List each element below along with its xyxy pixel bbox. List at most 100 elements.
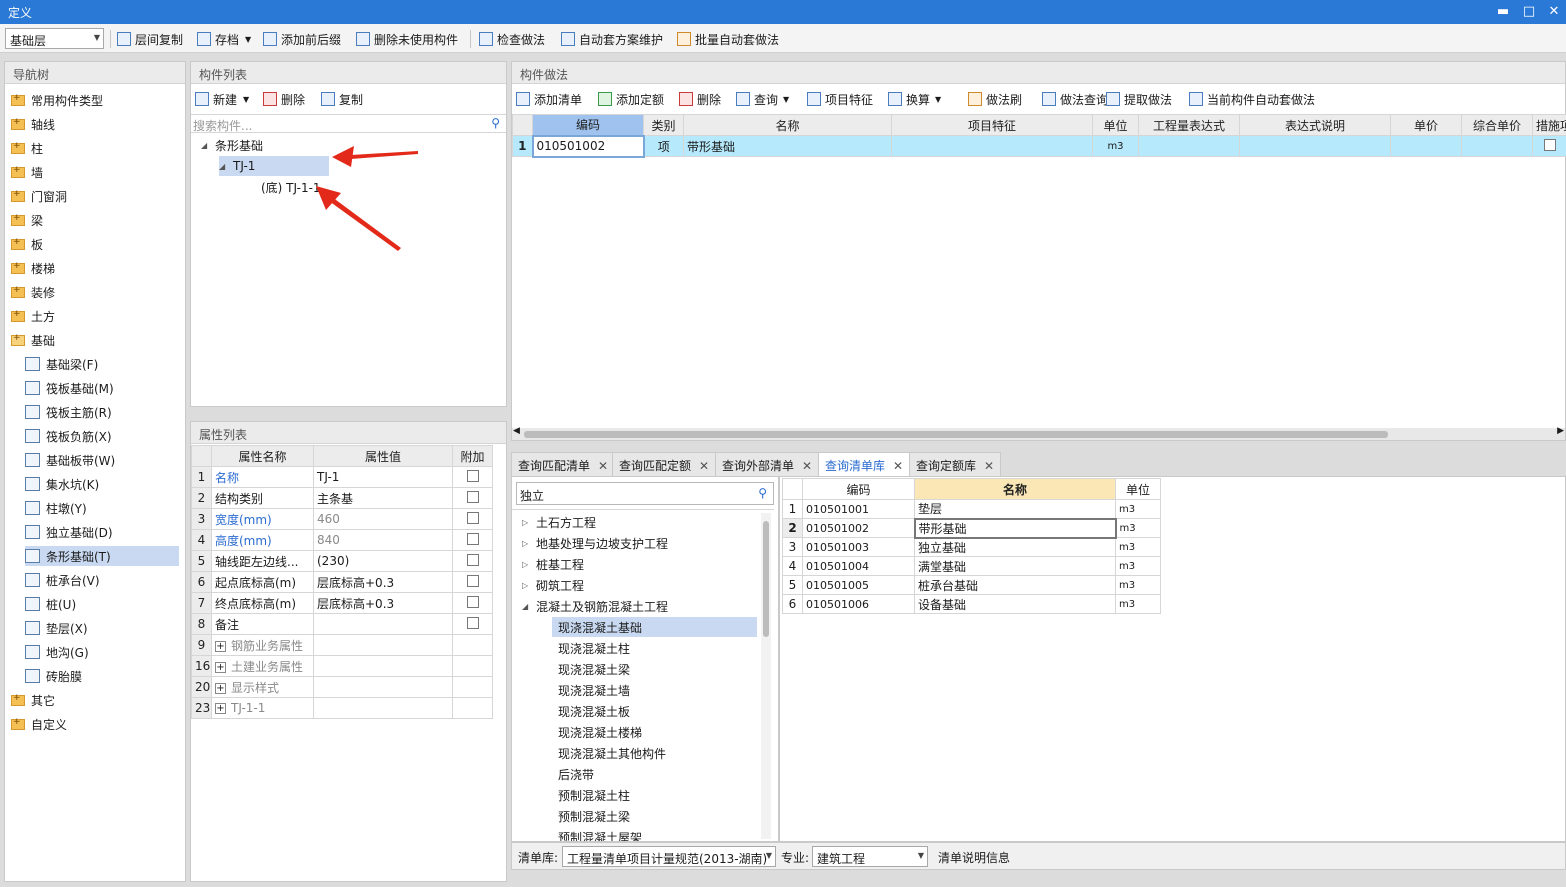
nav-subitem[interactable]: 柱墩(Y)	[25, 498, 179, 518]
property-row[interactable]: 6 起点底标高(m) 层底标高+0.3	[191, 571, 493, 593]
method-type-cell[interactable]: 项	[643, 135, 684, 157]
nav-subitem[interactable]: 独立基础(D)	[25, 522, 179, 542]
scroll-left-icon[interactable]: ◀	[513, 426, 520, 436]
nav-item[interactable]: 柱	[11, 138, 43, 158]
scroll-right-icon[interactable]: ▶	[1557, 426, 1564, 436]
nav-item-foundation[interactable]: 基础	[11, 330, 55, 350]
query-unit-cell[interactable]: m3	[1115, 499, 1161, 519]
query-name-cell[interactable]: 垫层	[914, 499, 1116, 519]
query-result-row[interactable]: 6 010501006 设备基础 m3	[782, 594, 1161, 614]
query-name-cell[interactable]: 桩承台基础	[914, 575, 1116, 595]
query-unit-cell[interactable]: m3	[1115, 575, 1161, 595]
query-result-row[interactable]: 3 010501003 独立基础 m3	[782, 537, 1161, 557]
method-name-cell[interactable]: 带形基础	[683, 135, 892, 157]
method-tool-button[interactable]: 添加定额	[598, 89, 664, 109]
method-tool-button[interactable]: 查询 ▼	[736, 89, 789, 109]
method-price-header[interactable]: 单价	[1390, 114, 1462, 136]
query-result-row[interactable]: 4 010501004 满堂基础 m3	[782, 556, 1161, 576]
query-subtree-item[interactable]: 现浇混凝土墙	[552, 680, 630, 700]
method-expr-desc-header[interactable]: 表达式说明	[1239, 114, 1391, 136]
close-icon[interactable]: ✕	[802, 459, 812, 473]
nav-item[interactable]: 常用构件类型	[11, 90, 103, 110]
method-type-header[interactable]: 类别	[643, 114, 684, 136]
property-value-cell[interactable]: 层底标高+0.3	[313, 592, 453, 614]
method-tool-button[interactable]: 添加清单	[516, 89, 582, 109]
nav-item[interactable]: 墙	[11, 162, 43, 182]
property-row[interactable]: 8 备注	[191, 613, 493, 635]
nav-subitem[interactable]: 集水坑(K)	[25, 474, 179, 494]
property-value-cell[interactable]: TJ-1	[313, 466, 453, 488]
property-row[interactable]: 7 终点底标高(m) 层底标高+0.3	[191, 592, 493, 614]
nav-subitem[interactable]: 筏板负筋(X)	[25, 426, 179, 446]
property-value-cell[interactable]	[313, 613, 453, 635]
nav-item[interactable]: 楼梯	[11, 258, 55, 278]
floor-select[interactable]: 基础层 ▼	[5, 28, 104, 49]
method-unit-cell[interactable]: m3	[1092, 135, 1139, 157]
copy-between-floors-button[interactable]: 层间复制	[117, 29, 183, 49]
query-code-cell[interactable]: 010501001	[802, 499, 915, 519]
query-tree-v-scrollbar[interactable]	[761, 513, 771, 839]
query-name-cell[interactable]: 独立基础	[914, 537, 1116, 557]
query-subtree-item[interactable]: 后浇带	[552, 764, 594, 784]
method-unit-header[interactable]: 单位	[1092, 114, 1139, 136]
query-code-cell[interactable]: 010501006	[802, 594, 915, 614]
query-tree-item[interactable]: ▷ 桩基工程	[522, 554, 584, 574]
method-name-header[interactable]: 名称	[683, 114, 892, 136]
property-value-cell[interactable]	[313, 634, 453, 656]
nav-item[interactable]: 其它	[11, 690, 55, 710]
close-icon[interactable]: ✕	[699, 459, 709, 473]
query-subtree-item[interactable]: 现浇混凝土柱	[552, 638, 630, 658]
query-code-cell[interactable]: 010501004	[802, 556, 915, 576]
nav-item-strip-foundation[interactable]: 条形基础(T)	[25, 546, 179, 566]
query-subtree-item[interactable]: 现浇混凝土楼梯	[552, 722, 642, 742]
expand-plus-icon[interactable]: +	[215, 703, 226, 714]
property-row[interactable]: 16 + 土建业务属性	[191, 655, 493, 677]
nav-item[interactable]: 轴线	[11, 114, 55, 134]
query-code-cell[interactable]: 010501003	[802, 537, 915, 557]
extra-checkbox[interactable]	[466, 490, 479, 503]
property-value-cell[interactable]: 840	[313, 529, 453, 551]
nav-subitem[interactable]: 桩承台(V)	[25, 570, 179, 590]
query-subtree-item[interactable]: 现浇混凝土其他构件	[552, 743, 666, 763]
auto-scheme-button[interactable]: 自动套方案维护	[561, 29, 663, 49]
query-code-cell[interactable]: 010501005	[802, 575, 915, 595]
close-button[interactable]: ✕	[1543, 2, 1565, 22]
query-subtree-item[interactable]: 预制混凝土梁	[552, 806, 630, 826]
nav-item[interactable]: 自定义	[11, 714, 67, 734]
query-tab[interactable]: 查询定额库 ✕	[909, 452, 1002, 476]
method-expr-desc-cell[interactable]	[1239, 135, 1391, 157]
method-total-header[interactable]: 综合单价	[1461, 114, 1533, 136]
method-tool-button[interactable]: 做法刷	[968, 89, 1022, 109]
query-code-header[interactable]: 编码	[802, 478, 915, 500]
archive-button[interactable]: 存档 ▼	[197, 29, 251, 49]
method-tool-button[interactable]: 换算 ▼	[888, 89, 941, 109]
extra-checkbox[interactable]	[466, 616, 479, 629]
property-row[interactable]: 2 结构类别 主条基	[191, 487, 493, 509]
property-value-cell[interactable]: 460	[313, 508, 453, 530]
nav-item[interactable]: 土方	[11, 306, 55, 326]
query-subtree-item[interactable]: 现浇混凝土梁	[552, 659, 630, 679]
query-name-cell[interactable]: 设备基础	[914, 594, 1116, 614]
query-tree-item[interactable]: ▷ 地基处理与边坡支护工程	[522, 533, 668, 553]
query-tab[interactable]: 查询匹配定额 ✕	[612, 452, 717, 476]
nav-item[interactable]: 门窗洞	[11, 186, 67, 206]
extra-checkbox[interactable]	[466, 574, 479, 587]
method-tool-button[interactable]: 提取做法	[1106, 89, 1172, 109]
method-feature-header[interactable]: 项目特征	[891, 114, 1093, 136]
method-h-scrollbar[interactable]: ◀ ▶	[512, 426, 1565, 440]
close-icon[interactable]: ✕	[984, 459, 994, 473]
nav-subitem[interactable]: 基础板带(W)	[25, 450, 179, 470]
list-info-link[interactable]: 清单说明信息	[938, 849, 1010, 866]
method-code-cell[interactable]: 010501002	[531, 134, 645, 158]
query-name-cell[interactable]: 满堂基础	[914, 556, 1116, 576]
query-subtree-item[interactable]: 预制混凝土屋架	[552, 827, 642, 842]
search-icon[interactable]: ⚲	[758, 486, 767, 500]
query-search-input[interactable]: 独立 ⚲	[516, 482, 774, 505]
method-measure-header[interactable]: 措施项	[1532, 114, 1566, 136]
query-result-row[interactable]: 5 010501005 桩承台基础 m3	[782, 575, 1161, 595]
property-row[interactable]: 1 名称 TJ-1	[191, 466, 493, 488]
query-result-row[interactable]: 2 010501002 带形基础 m3	[782, 517, 1161, 539]
property-row[interactable]: 5 轴线距左边线... (230)	[191, 550, 493, 572]
property-value-cell[interactable]: 主条基	[313, 487, 453, 509]
nav-subitem[interactable]: 砖胎膜	[25, 666, 179, 686]
